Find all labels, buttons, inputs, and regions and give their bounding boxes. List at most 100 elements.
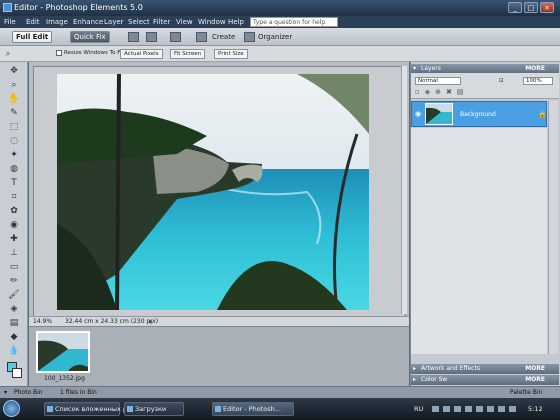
paint-bucket-icon[interactable]: ◈ — [8, 304, 20, 315]
photo-bin-arrow-icon[interactable]: ▾ — [4, 389, 7, 396]
healing-brush-icon[interactable]: ✚ — [8, 234, 20, 245]
menu-filter[interactable]: Filter — [153, 18, 170, 26]
tray-icon[interactable] — [432, 406, 439, 412]
layers-list-area — [411, 128, 547, 354]
windows-taskbar: Список вложенных ра... Загрузки Editor -… — [0, 398, 560, 420]
gradient-icon[interactable]: ▤ — [8, 318, 20, 329]
create-button[interactable]: Create — [212, 31, 235, 43]
photo-tree-trunk — [115, 74, 121, 310]
menu-select[interactable]: Select — [128, 18, 150, 26]
menu-edit[interactable]: Edit — [26, 18, 40, 26]
close-button[interactable]: × — [540, 2, 554, 13]
folder-icon — [127, 406, 133, 412]
layer-thumbnail — [425, 103, 453, 125]
resize-windows-checkbox[interactable] — [56, 50, 62, 56]
clone-stamp-icon[interactable]: ⊥ — [8, 248, 20, 259]
tab-quick-fix[interactable]: Quick Fix — [70, 31, 110, 43]
magic-wand-icon[interactable]: ✦ — [8, 150, 20, 161]
shape-tool-icon[interactable]: ◆ — [8, 332, 20, 343]
opacity-field[interactable]: 100% — [523, 77, 553, 85]
options-bar: ⌕ Resize Windows To Fit Actual Pixels Fi… — [0, 46, 560, 62]
start-button[interactable] — [3, 400, 20, 417]
task-label: Загрузки — [135, 405, 167, 413]
eraser-icon[interactable]: ▭ — [8, 262, 20, 273]
folder-icon — [47, 406, 53, 412]
taskbar-item-downloads[interactable]: Загрузки — [124, 402, 184, 416]
brush-icon[interactable]: 🖌 — [8, 290, 20, 301]
zoom-icon[interactable]: ⌕ — [8, 80, 20, 91]
artwork-palette-title: Artwork and Effects — [421, 365, 480, 372]
blur-tool-icon[interactable]: 💧 — [8, 346, 20, 357]
menu-image[interactable]: Image — [46, 18, 68, 26]
palette-scrollbar[interactable] — [548, 101, 558, 354]
document-scrollbar[interactable] — [401, 66, 407, 314]
background-color-swatch[interactable] — [12, 368, 22, 378]
crop-tool-icon[interactable]: ⌗ — [8, 192, 20, 203]
zoom-tool-icon: ⌕ — [5, 49, 11, 58]
visibility-eye-icon[interactable]: ◉ — [415, 110, 421, 118]
organizer-icon[interactable] — [244, 32, 255, 42]
open-file-icon[interactable] — [146, 32, 157, 42]
print-icon[interactable] — [196, 32, 207, 42]
volume-icon[interactable] — [509, 406, 516, 412]
save-icon[interactable] — [170, 32, 181, 42]
color-palette-header[interactable]: ▸ Color Sw MORE — [411, 375, 559, 385]
tray-icon[interactable] — [487, 406, 494, 412]
clock[interactable]: 5:12 — [528, 405, 543, 413]
eyedropper-icon[interactable]: ✎ — [8, 108, 20, 119]
artwork-palette-header[interactable]: ▸ Artwork and Effects MORE — [411, 364, 559, 374]
maximize-button[interactable]: □ — [524, 2, 538, 13]
expand-arrow-icon[interactable]: ▸ — [413, 375, 416, 385]
lock-icon: 🔒 — [538, 110, 547, 118]
layer-action-icons[interactable]: ▫◈⊕✖▤ — [415, 88, 468, 96]
taskbar-item-explorer[interactable]: Список вложенных ра... — [44, 402, 137, 416]
organizer-button[interactable]: Organizer — [258, 31, 292, 43]
tab-full-edit[interactable]: Full Edit — [12, 31, 53, 43]
photo-canvas[interactable] — [57, 74, 369, 310]
menu-bar: File Edit Image Enhance Layer Select Fil… — [0, 16, 560, 28]
pencil-icon[interactable]: ✏ — [8, 276, 20, 287]
palette-bin-toggle[interactable]: Palette Bin — [510, 389, 542, 396]
menu-layer[interactable]: Layer — [104, 18, 124, 26]
menu-help[interactable]: Help — [228, 18, 244, 26]
help-search-input[interactable]: Type a question for help — [250, 17, 338, 27]
app-icon — [3, 3, 12, 12]
type-tool-icon[interactable]: T — [8, 178, 20, 189]
resize-windows-label: Resize Windows To Fit — [64, 50, 124, 56]
zoom-level[interactable]: 14.9% — [33, 317, 52, 326]
toolbox: ✥ ⌕ ✋ ✎ ⬚ ◌ ✦ ◍ T ⌗ ✿ ◉ ✚ ⊥ ▭ ✏ 🖌 ◈ ▤ ◆ … — [0, 62, 28, 386]
color-more-button[interactable]: MORE — [525, 375, 545, 385]
menu-enhance[interactable]: Enhance — [73, 18, 103, 26]
tray-icon[interactable] — [498, 406, 505, 412]
tray-icon[interactable] — [443, 406, 450, 412]
minimize-button[interactable]: _ — [508, 2, 522, 13]
photo-bin-thumbnail[interactable] — [36, 331, 90, 373]
marquee-tool-icon[interactable]: ⬚ — [8, 122, 20, 133]
new-file-icon[interactable] — [128, 32, 139, 42]
expand-arrow-icon[interactable]: ▸ — [413, 364, 416, 374]
layer-thumbnail-image — [426, 104, 452, 124]
tray-icon[interactable] — [465, 406, 472, 412]
red-eye-icon[interactable]: ◉ — [8, 220, 20, 231]
move-tool-icon[interactable]: ✥ — [8, 66, 20, 77]
tray-icon[interactable] — [454, 406, 461, 412]
photo-bin-toggle[interactable]: Photo Bin — [14, 389, 43, 396]
taskbar-item-editor[interactable]: Editor - Photosh... — [212, 402, 294, 416]
print-size-button[interactable]: Print Size — [214, 49, 248, 59]
status-arrow-icon[interactable]: ▸ — [149, 317, 152, 326]
cookie-cutter-icon[interactable]: ✿ — [8, 206, 20, 217]
app-icon — [215, 406, 221, 412]
language-indicator[interactable]: RU — [414, 405, 423, 413]
menu-file[interactable]: File — [4, 18, 16, 26]
fit-screen-button[interactable]: Fit Screen — [170, 49, 206, 59]
bottom-status-bar: ▾ Photo Bin 1 files in Bin Palette Bin — [0, 386, 560, 398]
artwork-more-button[interactable]: MORE — [525, 364, 545, 374]
lasso-tool-icon[interactable]: ◌ — [8, 136, 20, 147]
selection-brush-icon[interactable]: ◍ — [8, 164, 20, 175]
menu-view[interactable]: View — [176, 18, 193, 26]
blend-mode-select[interactable]: Normal — [415, 77, 461, 85]
tray-icon[interactable] — [476, 406, 483, 412]
hand-tool-icon[interactable]: ✋ — [8, 94, 20, 105]
menu-window[interactable]: Window — [198, 18, 226, 26]
actual-pixels-button[interactable]: Actual Pixels — [120, 49, 163, 59]
